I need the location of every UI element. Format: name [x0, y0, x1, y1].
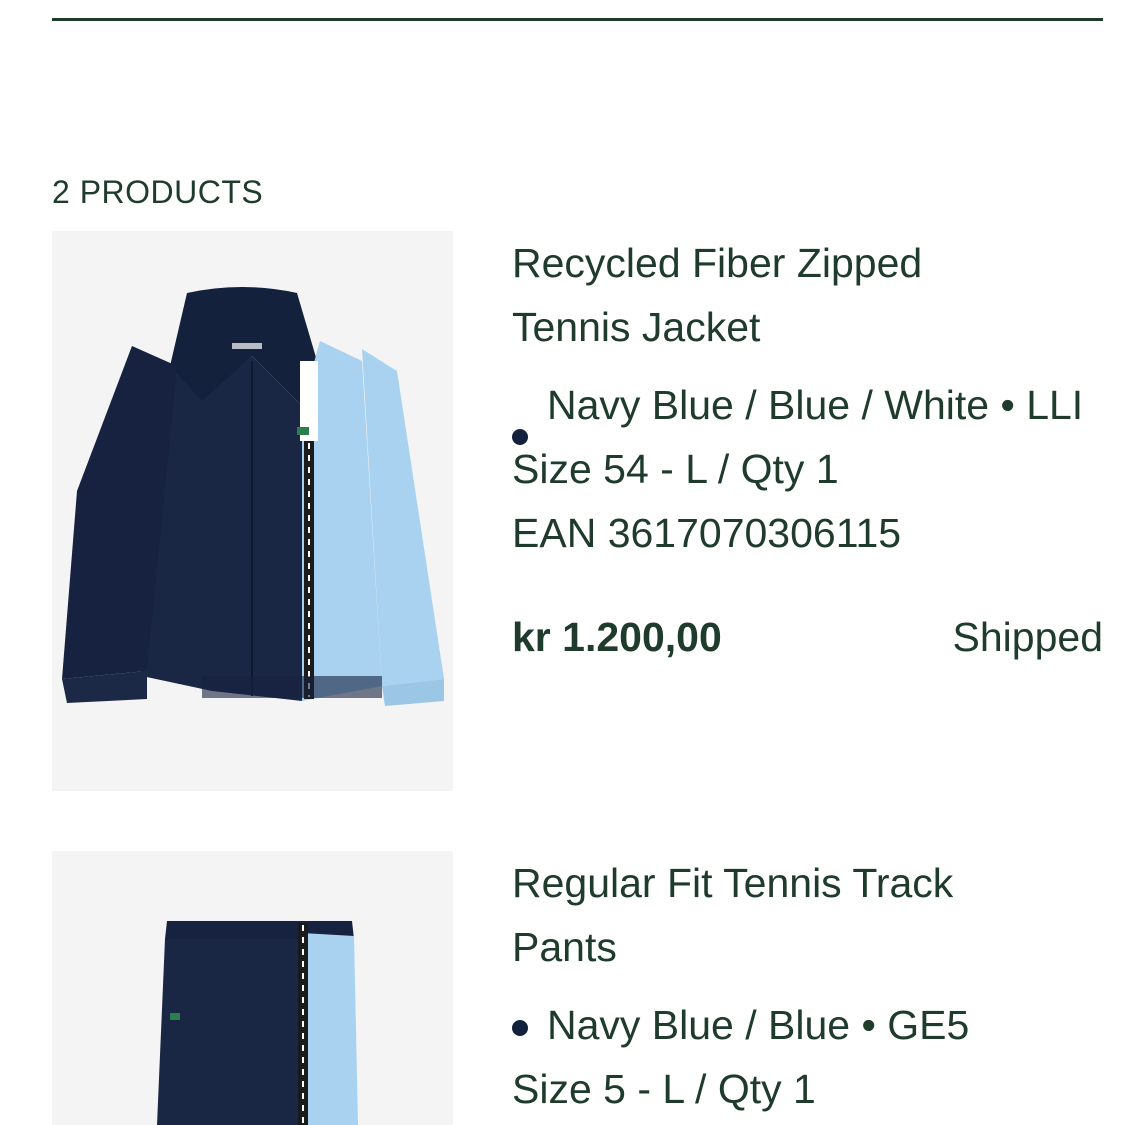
- product-info: Regular Fit Tennis Track Pants Navy Blue…: [512, 851, 1103, 1121]
- product-size-qty: Size 5 - L / Qty 1: [512, 1066, 816, 1112]
- product-color-text: Navy Blue / Blue • GE5: [547, 1002, 970, 1048]
- products-count-heading: 2 PRODUCTS: [52, 174, 264, 210]
- product-color-text: Navy Blue / Blue / White • LLI: [547, 382, 1084, 428]
- product-price: kr 1.200,00: [512, 614, 722, 660]
- product-color-row: Navy Blue / Blue • GE5: [512, 993, 1103, 1057]
- product-size-qty: Size 54 - L / Qty 1: [512, 446, 839, 492]
- price-status-row: kr 1.200,00 Shipped: [512, 605, 1103, 669]
- product-color-row: Navy Blue / Blue / White • LLI: [512, 373, 1103, 445]
- top-divider: [52, 18, 1103, 21]
- shipping-status: Shipped: [952, 614, 1103, 660]
- product-title-line[interactable]: Tennis Jacket: [512, 295, 1103, 359]
- order-product-item: Regular Fit Tennis Track Pants Navy Blue…: [52, 851, 1103, 1125]
- product-title-line[interactable]: Pants: [512, 915, 1103, 979]
- product-title-line[interactable]: Recycled Fiber Zipped: [512, 231, 1103, 295]
- product-info: Recycled Fiber Zipped Tennis Jacket Navy…: [512, 231, 1103, 669]
- track-pants-image[interactable]: [52, 851, 453, 1125]
- order-product-item: Recycled Fiber Zipped Tennis Jacket Navy…: [52, 231, 1103, 791]
- tennis-jacket-image[interactable]: [52, 231, 453, 791]
- color-dot-icon: [512, 1020, 528, 1037]
- product-title-line[interactable]: Regular Fit Tennis Track: [512, 851, 1103, 915]
- color-dot-icon: [512, 429, 528, 445]
- product-ean: EAN 3617070306115: [512, 510, 902, 556]
